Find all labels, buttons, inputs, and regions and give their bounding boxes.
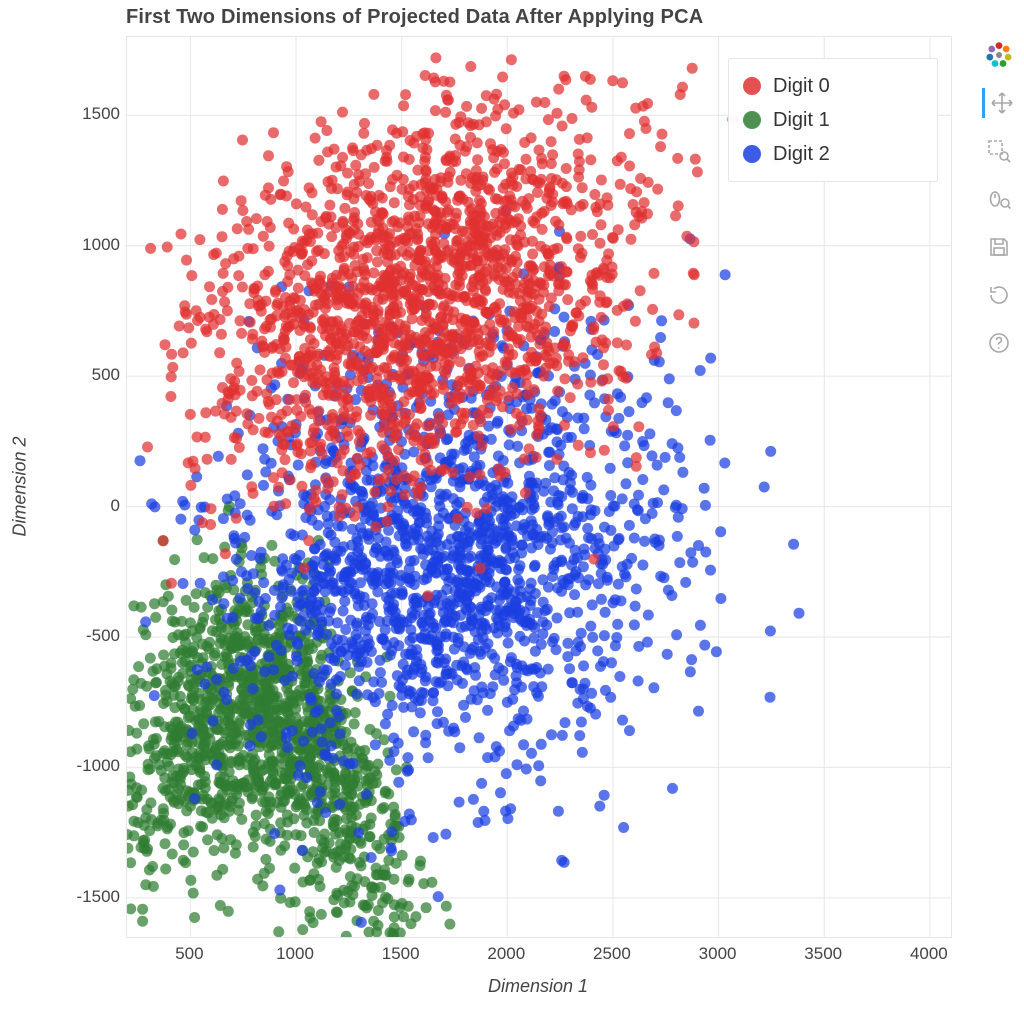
boxzoom-tool[interactable] (984, 136, 1014, 166)
legend-item-0[interactable]: Digit 0 (743, 69, 923, 103)
y-axis-label: Dimension 2 (10, 436, 31, 536)
y-axis-label-wrap: Dimension 2 (8, 36, 32, 936)
reset-icon (987, 283, 1011, 307)
bokeh-toolbar (982, 40, 1016, 358)
bokeh-logo-icon[interactable] (984, 40, 1014, 70)
save-icon (987, 235, 1011, 259)
legend-dot-2 (743, 145, 761, 163)
save-tool[interactable] (984, 232, 1014, 262)
chart-title: First Two Dimensions of Projected Data A… (126, 6, 703, 29)
legend-dot-0 (743, 77, 761, 95)
box-zoom-icon (987, 139, 1011, 163)
x-axis-label: Dimension 1 (126, 976, 950, 997)
reset-tool[interactable] (984, 280, 1014, 310)
legend-item-2[interactable]: Digit 2 (743, 137, 923, 171)
chart-stage: { "chart_data": { "type": "scatter", "ti… (0, 0, 1024, 1016)
legend[interactable]: Digit 0 Digit 1 Digit 2 (728, 58, 938, 182)
help-icon (987, 331, 1011, 355)
wheel-zoom-icon (987, 187, 1011, 211)
wheelzoom-tool[interactable] (984, 184, 1014, 214)
pan-tool[interactable] (982, 88, 1017, 118)
legend-item-1[interactable]: Digit 1 (743, 103, 923, 137)
move-icon (990, 91, 1014, 115)
legend-label-1: Digit 1 (773, 109, 830, 132)
help-tool[interactable] (984, 328, 1014, 358)
legend-label-0: Digit 0 (773, 75, 830, 98)
legend-dot-1 (743, 111, 761, 129)
legend-label-2: Digit 2 (773, 143, 830, 166)
